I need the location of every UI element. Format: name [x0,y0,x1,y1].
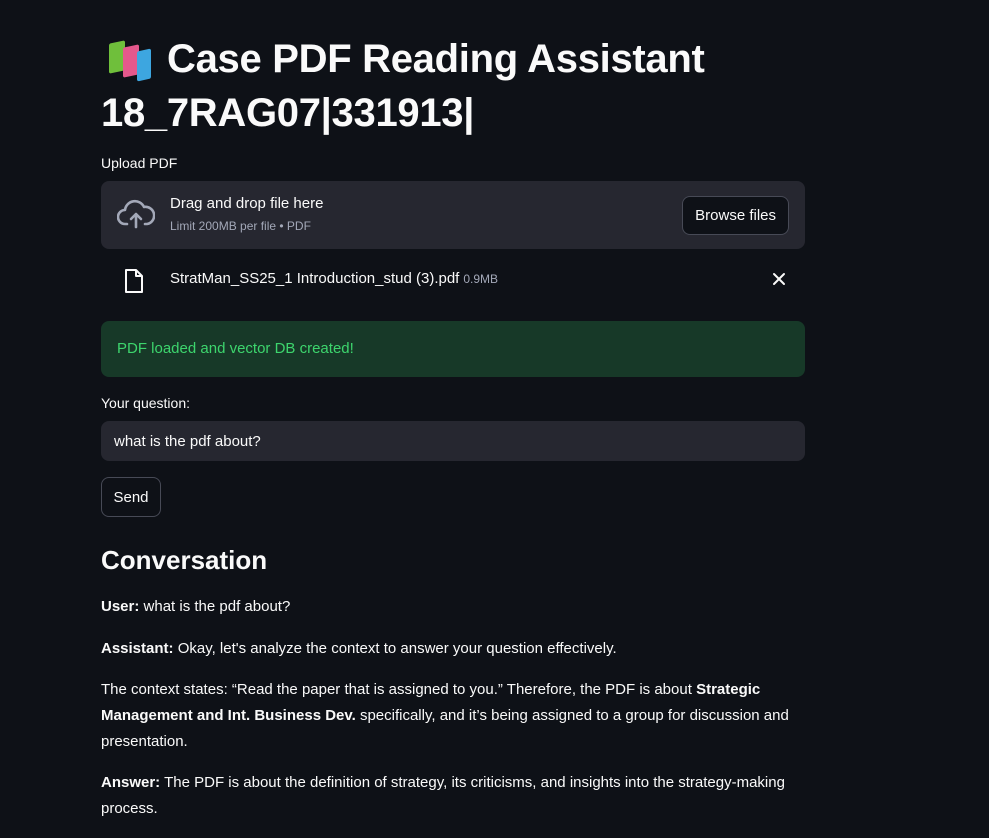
user-text: what is the pdf about? [143,598,291,615]
file-icon [125,269,143,293]
file-dropzone[interactable]: Drag and drop file here Limit 200MB per … [101,181,805,249]
cloud-upload-icon [117,199,155,229]
assistant-label: Assistant: [101,640,174,657]
page-title-line1: Case PDF Reading Assistant [167,37,705,81]
dropzone-limit: Limit 200MB per file • PDF [170,219,311,233]
uploaded-file-name: StratMan_SS25_1 Introduction_stud (3).pd… [170,270,498,287]
page-title: Case PDF Reading Assistant 18_7RAG07|331… [101,32,821,140]
success-message: PDF loaded and vector DB created! [117,340,354,357]
send-button[interactable]: Send [101,477,161,517]
context-paragraph: The context states: “Read the paper that… [101,677,805,755]
uploaded-file-row: StratMan_SS25_1 Introduction_stud (3).pd… [101,263,805,297]
assistant-text: Okay, let's analyze the context to answe… [177,640,617,657]
file-name-text: StratMan_SS25_1 Introduction_stud (3).pd… [170,270,460,287]
file-size: 0.9MB [463,272,499,286]
question-label: Your question: [101,395,190,411]
page-title-line2: 18_7RAG07|331913| [101,91,475,135]
dropzone-title: Drag and drop file here [170,195,324,212]
books-icon [101,38,153,82]
assistant-message: Assistant: Okay, let's analyze the conte… [101,636,805,662]
user-message: User: what is the pdf about? [101,594,805,620]
remove-file-icon[interactable] [769,269,789,289]
question-input[interactable] [101,421,805,461]
user-label: User: [101,598,140,615]
browse-files-button[interactable]: Browse files [682,196,789,235]
answer-paragraph: Answer: The PDF is about the definition … [101,770,805,822]
answer-text: The PDF is about the definition of strat… [101,774,785,817]
context-text-pre: The context states: “Read the paper that… [101,681,697,698]
conversation-heading: Conversation [101,545,268,575]
upload-label: Upload PDF [101,155,178,171]
success-alert: PDF loaded and vector DB created! [101,321,805,377]
answer-label: Answer: [101,774,161,791]
